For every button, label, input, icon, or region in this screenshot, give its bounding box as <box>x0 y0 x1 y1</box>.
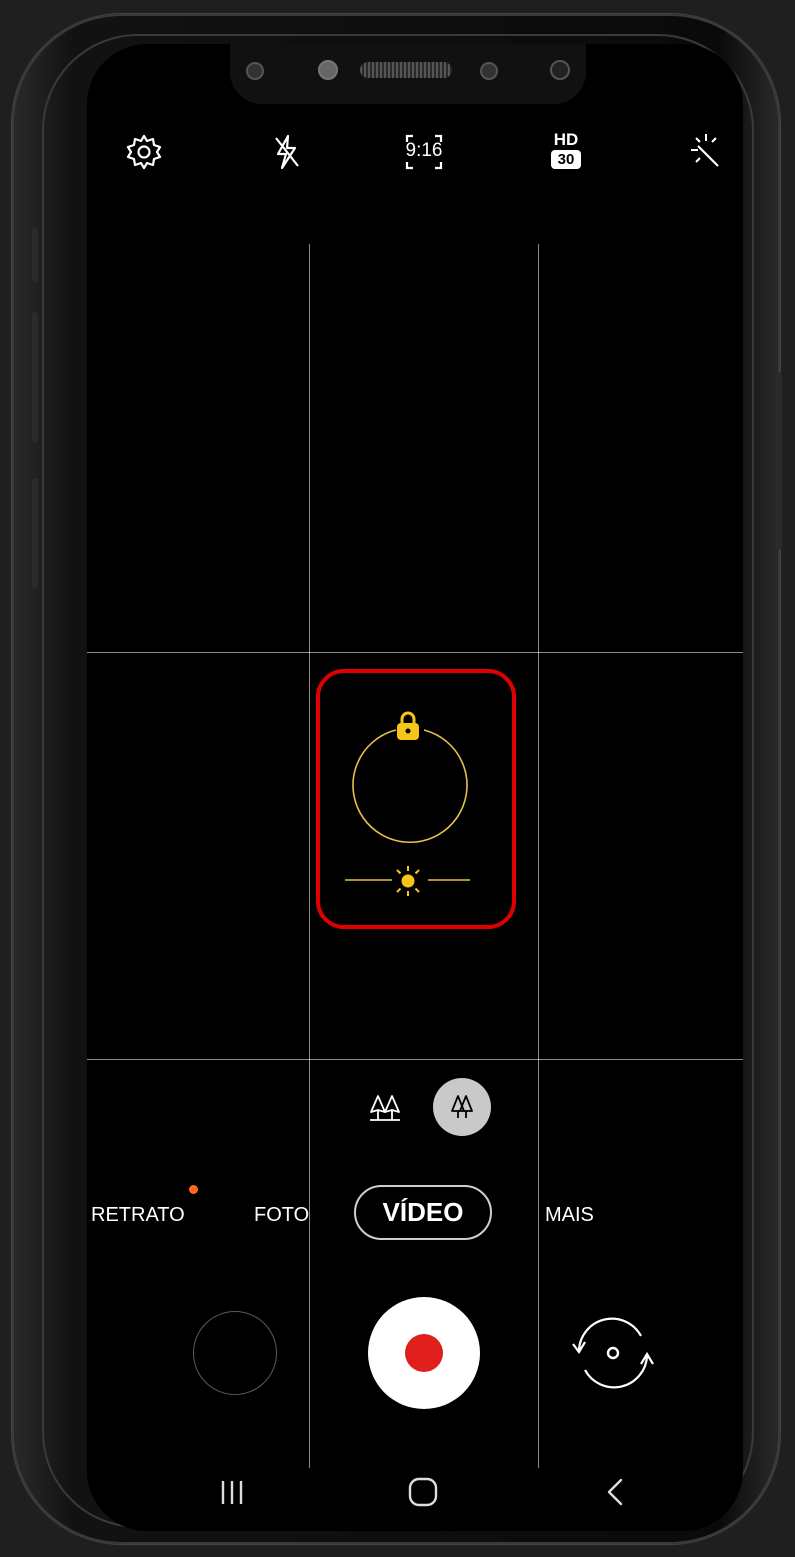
sun-icon[interactable] <box>392 865 424 897</box>
mode-portrait[interactable]: RETRATO <box>91 1204 185 1227</box>
mode-photo[interactable]: FOTO <box>254 1204 309 1227</box>
grid-line-v2 <box>538 244 539 1468</box>
gallery-thumbnail[interactable] <box>193 1311 277 1395</box>
record-icon <box>405 1334 443 1372</box>
power-button <box>776 372 782 550</box>
mode-more[interactable]: MAIS <box>545 1204 594 1227</box>
switch-camera-icon[interactable] <box>565 1310 661 1396</box>
recent-apps-icon[interactable] <box>218 1478 246 1506</box>
volume-button <box>32 228 38 282</box>
volume-down-button <box>32 478 38 588</box>
flash-off-icon[interactable] <box>268 132 304 172</box>
grid-line-h2 <box>87 1059 743 1060</box>
back-icon[interactable] <box>603 1476 627 1508</box>
front-camera-notch <box>230 44 586 104</box>
standard-lens-icon[interactable] <box>433 1078 491 1136</box>
wide-angle-icon[interactable] <box>366 1090 404 1124</box>
lock-icon[interactable] <box>395 710 421 742</box>
record-button[interactable] <box>368 1297 480 1409</box>
fps-label: 30 <box>551 150 581 169</box>
settings-icon[interactable] <box>124 132 164 172</box>
home-icon[interactable] <box>407 1476 439 1508</box>
quality-label: HD <box>553 130 579 149</box>
mode-video[interactable]: VÍDEO <box>354 1185 492 1240</box>
filters-icon[interactable] <box>688 132 724 172</box>
grid-line-h1 <box>87 652 743 653</box>
aspect-ratio-label: 9:16 <box>405 140 443 161</box>
video-quality-icon[interactable]: HD 30 <box>546 130 586 174</box>
grid-line-v1 <box>309 244 310 1468</box>
new-badge-dot <box>189 1185 198 1194</box>
volume-up-button <box>32 312 38 442</box>
aspect-ratio-icon[interactable]: 9:16 <box>403 132 445 172</box>
